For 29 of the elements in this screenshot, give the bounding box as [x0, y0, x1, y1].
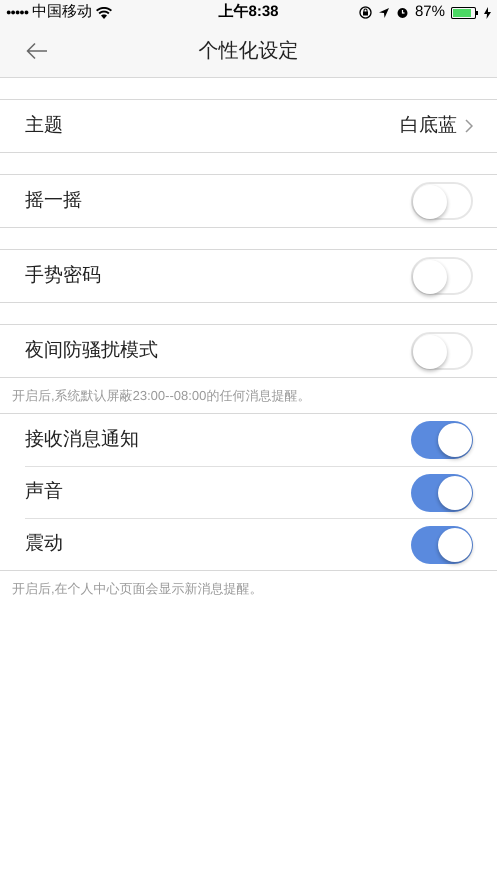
setting-label: 手势密码: [25, 264, 102, 288]
setting-label: 主题: [25, 114, 64, 138]
theme-selector[interactable]: 白底蓝: [400, 112, 473, 140]
toggle-switch[interactable]: [411, 257, 473, 295]
clock-time: 上午8:38: [217, 2, 280, 22]
back-arrow-icon: [26, 42, 48, 60]
toggle-switch[interactable]: [411, 526, 473, 564]
setting-label: 夜间防骚扰模式: [25, 338, 159, 363]
battery-percent: 87%: [414, 2, 445, 22]
charging-bolt-icon: [484, 6, 491, 18]
battery-icon: [451, 6, 478, 18]
alarm-clock-icon: [396, 6, 409, 19]
toggle-switch[interactable]: [411, 421, 473, 459]
location-arrow-icon: [378, 6, 390, 18]
toggle-switch[interactable]: [411, 474, 473, 512]
wifi-icon: [96, 6, 112, 18]
hint-text: 开启后,系统默认屏蔽23:00--08:00的任何消息提醒。: [12, 386, 310, 405]
page-title: 个性化设定: [198, 39, 298, 64]
chevron-right-icon: [465, 119, 473, 133]
hint-text: 开启后,在个人中心页面会显示新消息提醒。: [12, 580, 263, 598]
toggle-switch[interactable]: [411, 332, 473, 370]
setting-label: 声音: [25, 480, 64, 504]
signal-dots: ●●●●●: [6, 6, 28, 19]
toggle-switch[interactable]: [411, 182, 473, 220]
setting-label: 震动: [25, 532, 64, 556]
rotation-lock-icon: [358, 6, 372, 19]
setting-label: 摇一摇: [25, 188, 83, 213]
setting-label: 接收消息通知: [25, 428, 140, 452]
carrier-name: 中国移动: [32, 2, 92, 22]
